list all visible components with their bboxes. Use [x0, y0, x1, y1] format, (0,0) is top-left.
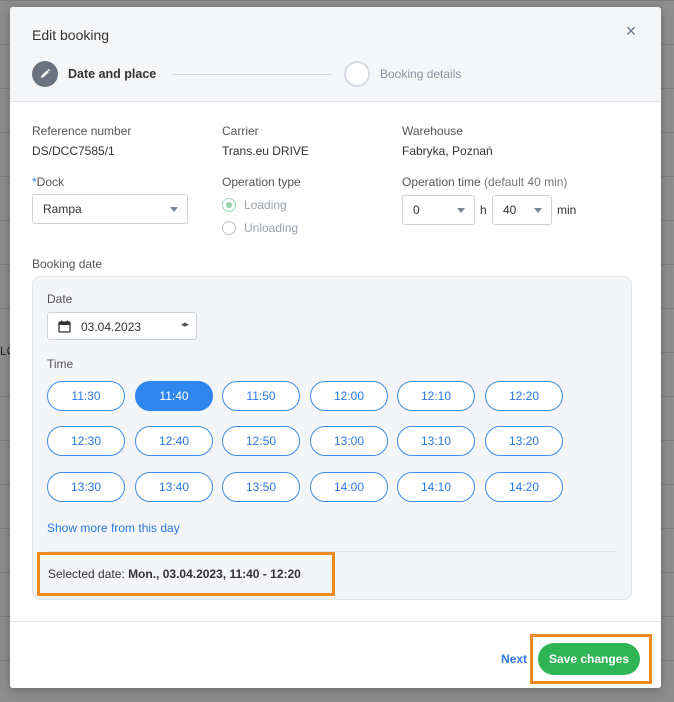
- dock-label-text: Dock: [36, 175, 65, 189]
- time-slot-button[interactable]: 13:40: [135, 472, 213, 502]
- minutes-select[interactable]: 40: [492, 195, 552, 225]
- radio-unloading-label: Unloading: [244, 221, 299, 235]
- radio-loading[interactable]: Loading: [222, 198, 342, 214]
- operation-time-hint: (default 40 min): [484, 175, 568, 189]
- operation-type-label: Operation type: [222, 175, 301, 189]
- time-slot-button[interactable]: 14:20: [485, 472, 563, 502]
- minutes-unit: min: [557, 203, 577, 217]
- time-slot-button[interactable]: 14:10: [397, 472, 475, 502]
- close-icon[interactable]: ×: [623, 22, 639, 40]
- time-slot-button[interactable]: 12:50: [222, 426, 300, 456]
- time-slot-button[interactable]: 11:40: [135, 381, 213, 411]
- time-label: Time: [47, 357, 74, 371]
- date-label: Date: [47, 292, 73, 306]
- radio-unloading-indicator: [222, 221, 236, 235]
- booking-date-label: Booking date: [32, 257, 103, 271]
- selected-date-value: Mon., 03.04.2023, 11:40 - 12:20: [128, 567, 301, 581]
- minutes-select-value: 40: [503, 203, 517, 217]
- chevron-down-icon: [170, 207, 178, 212]
- time-slot-button[interactable]: 12:00: [310, 381, 388, 411]
- warehouse-label: Warehouse: [402, 124, 463, 138]
- selected-date-prefix: Selected date:: [48, 567, 129, 581]
- reference-number-value: DS/DCC7585/1: [32, 144, 115, 158]
- time-slot-button[interactable]: 12:10: [397, 381, 475, 411]
- chevron-down-icon: [457, 208, 465, 213]
- date-step-arrows-icon[interactable]: ◂▸: [181, 319, 189, 330]
- modal-title: Edit booking: [32, 27, 110, 43]
- radio-loading-indicator: [222, 198, 236, 212]
- modal-footer: Next Save changes: [10, 621, 661, 688]
- dock-select-value: Rampa: [43, 202, 82, 216]
- time-slot-button[interactable]: 13:20: [485, 426, 563, 456]
- time-slot-button[interactable]: 11:30: [47, 381, 125, 411]
- operation-time-label-text: Operation time: [402, 175, 481, 189]
- carrier-label: Carrier: [222, 124, 259, 138]
- hours-unit: h: [480, 203, 487, 217]
- time-slot-button[interactable]: 12:20: [485, 381, 563, 411]
- date-value: 03.04.2023: [81, 320, 142, 334]
- dock-label: *Dock: [32, 175, 64, 189]
- hours-select[interactable]: 0: [402, 195, 475, 225]
- date-picker-input[interactable]: 03.04.2023 ◂▸: [47, 312, 197, 340]
- step-2-circle: [344, 61, 370, 87]
- step-1-circle: [32, 61, 58, 87]
- hours-select-value: 0: [413, 203, 420, 217]
- time-slot-button[interactable]: 13:50: [222, 472, 300, 502]
- chevron-down-icon: [534, 208, 542, 213]
- time-slot-button[interactable]: 13:00: [310, 426, 388, 456]
- step-connector: [172, 74, 332, 75]
- time-slot-button[interactable]: 13:10: [397, 426, 475, 456]
- operation-time-label: Operation time (default 40 min): [402, 175, 567, 189]
- next-button[interactable]: Next: [501, 652, 527, 666]
- step-2-label: Booking details: [380, 67, 462, 81]
- dock-select[interactable]: Rampa: [32, 194, 188, 224]
- carrier-value: Trans.eu DRIVE: [222, 144, 309, 158]
- time-slot-button[interactable]: 13:30: [47, 472, 125, 502]
- time-slot-button[interactable]: 11:50: [222, 381, 300, 411]
- time-slot-button[interactable]: 12:40: [135, 426, 213, 456]
- booking-date-panel: Date 03.04.2023 ◂▸ Time 11:30 11:40 11:50 1…: [32, 276, 632, 600]
- warehouse-value: Fabryka, Poznań: [402, 144, 493, 158]
- time-slot-button[interactable]: 12:30: [47, 426, 125, 456]
- reference-number-label: Reference number: [32, 124, 132, 138]
- radio-unloading[interactable]: Unloading: [222, 221, 342, 237]
- modal-header: Edit booking × Date and place Booking de…: [10, 7, 661, 102]
- time-slot-button[interactable]: 14:00: [310, 472, 388, 502]
- radio-loading-label: Loading: [244, 198, 287, 212]
- stepper: Date and place Booking details: [32, 61, 642, 87]
- edit-booking-modal: Edit booking × Date and place Booking de…: [10, 7, 661, 688]
- step-1-label: Date and place: [68, 67, 157, 81]
- save-changes-button[interactable]: Save changes: [538, 643, 640, 675]
- calendar-icon: [58, 320, 71, 333]
- show-more-link[interactable]: Show more from this day: [47, 521, 180, 535]
- selected-date-summary: Selected date: Mon., 03.04.2023, 11:40 -…: [37, 552, 335, 596]
- pencil-icon: [41, 68, 51, 78]
